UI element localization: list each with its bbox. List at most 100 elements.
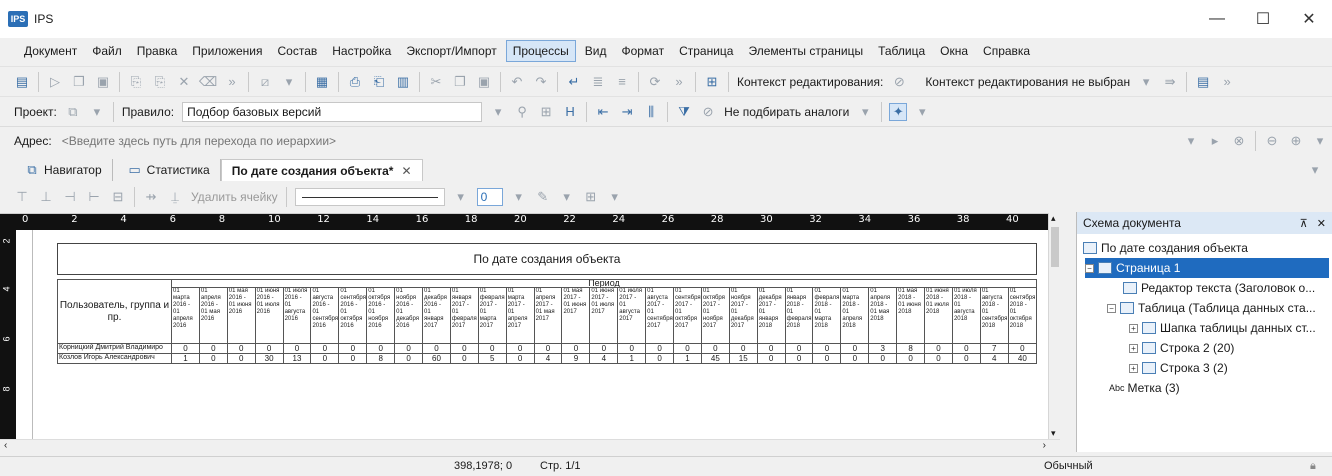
analog-icon[interactable]: ⊘ [699, 103, 717, 121]
pen-color-icon[interactable]: ✎ [534, 188, 552, 206]
tree-item-page[interactable]: − Страница 1 [1085, 258, 1329, 278]
tree-item-table[interactable]: − Таблица (Таблица данных ста... [1107, 298, 1316, 318]
scroll-left-icon[interactable]: ‹ [4, 440, 7, 451]
delete-icon[interactable]: ✕ [175, 73, 193, 91]
close-icon[interactable]: ✕ [1317, 218, 1326, 230]
value-cell[interactable]: 0 [198, 353, 228, 364]
value-cell[interactable]: 0 [1007, 343, 1038, 354]
menu-item[interactable]: Файл [86, 41, 128, 61]
value-cell[interactable]: 8 [366, 353, 396, 364]
value-cell[interactable]: 1 [171, 353, 200, 364]
columns-icon[interactable]: ⫼ [642, 103, 660, 121]
value-cell[interactable]: 0 [533, 343, 563, 354]
expand-icon[interactable]: + [1129, 343, 1138, 353]
value-cell[interactable]: 0 [756, 353, 786, 364]
report-title[interactable]: По дате создания объекта [57, 243, 1037, 275]
collapse-icon[interactable]: − [1107, 303, 1116, 313]
value-cell[interactable]: 0 [226, 353, 256, 364]
palette-icon[interactable]: ✦ [889, 102, 908, 121]
value-cell[interactable]: 0 [338, 353, 368, 364]
print-icon[interactable]: ⎙ [346, 73, 364, 91]
value-cell[interactable]: 13 [282, 353, 312, 364]
forward-icon[interactable]: ▷ [46, 73, 64, 91]
list-icon[interactable]: ≣ [589, 73, 607, 91]
clear-icon[interactable]: ⌫ [199, 73, 217, 91]
value-cell[interactable]: 60 [422, 353, 451, 364]
apply-icon[interactable]: ⇛ [1161, 73, 1179, 91]
period-column-header[interactable]: 01 мая 2017 - 01 июня 2017 [561, 287, 591, 344]
close-button[interactable]: ✕ [1286, 0, 1332, 38]
period-column-header[interactable]: 01 марта 2016 - 01 апреля 2016 [171, 287, 200, 344]
tab-menu-icon[interactable]: ▾ [1306, 161, 1324, 179]
value-cell[interactable]: 40 [1007, 353, 1038, 364]
overflow-icon[interactable]: » [223, 73, 241, 91]
value-cell[interactable]: 5 [477, 353, 507, 364]
menu-item[interactable]: Окна [934, 41, 974, 61]
expand-icon[interactable]: + [1129, 323, 1138, 333]
period-column-header[interactable]: 01 декабря 2016 - 01 января 2017 [422, 287, 451, 344]
line-style-select[interactable] [294, 188, 445, 206]
panel-icon[interactable]: ⊞ [703, 73, 721, 91]
period-column-header[interactable]: 01 сентября 2018 - 01 октября 2018 [1007, 287, 1038, 344]
menu-item[interactable]: Процессы [505, 40, 576, 62]
menu-item[interactable]: Таблица [872, 41, 931, 61]
scroll-right-icon[interactable]: › [1043, 440, 1046, 451]
value-cell[interactable]: 4 [979, 353, 1009, 364]
insert-col-icon[interactable]: ⊣ [61, 188, 79, 206]
value-cell[interactable]: 0 [171, 343, 200, 354]
funnel-icon[interactable]: ⧩ [675, 103, 693, 121]
period-column-header[interactable]: 01 марта 2017 - 01 апреля 2017 [505, 287, 535, 344]
close-icon[interactable]: ✕ [401, 164, 411, 178]
value-cell[interactable]: 0 [700, 343, 730, 354]
value-cell[interactable]: 0 [924, 343, 953, 354]
address-input[interactable] [55, 130, 1179, 151]
user-header[interactable]: Пользователь, группа и пр. [57, 279, 172, 344]
cut-icon[interactable]: ✂ [427, 73, 445, 91]
value-cell[interactable]: 0 [951, 343, 981, 354]
period-column-header[interactable]: 01 июля 2018 - 01 августа 2018 [951, 287, 981, 344]
pin-icon[interactable]: ⊼ [1300, 218, 1308, 230]
value-cell[interactable]: 0 [394, 343, 424, 354]
value-cell[interactable]: 0 [896, 353, 926, 364]
menu-item[interactable]: Вид [579, 41, 613, 61]
tree-item-text-editor[interactable]: Редактор текста (Заголовок о... [1123, 278, 1315, 298]
line-width-input[interactable]: 0 [476, 188, 503, 206]
value-cell[interactable]: 1 [673, 353, 702, 364]
period-column-header[interactable]: 01 января 2017 - 01 февраля 2017 [449, 287, 479, 344]
collapse-icon[interactable]: − [1085, 263, 1094, 273]
tree-item-row-3[interactable]: + Строка 3 (2) [1129, 358, 1228, 378]
value-cell[interactable]: 4 [589, 353, 619, 364]
value-cell[interactable]: 0 [645, 343, 675, 354]
borders-icon[interactable]: ⊞ [582, 188, 600, 206]
value-cell[interactable]: 0 [728, 343, 758, 354]
period-column-header[interactable]: 01 сентября 2017 - 01 октября 2017 [673, 287, 702, 344]
menu-item[interactable]: Страница [673, 41, 739, 61]
back-icon[interactable]: ⊖ [1263, 132, 1281, 150]
menu-item[interactable]: Правка [131, 41, 184, 61]
value-cell[interactable]: 7 [979, 343, 1009, 354]
period-column-header[interactable]: 01 апреля 2016 - 01 мая 2016 [198, 287, 228, 344]
chevron-down-icon[interactable]: ▾ [1311, 132, 1329, 150]
context-value[interactable]: Контекст редактирования не выбран [925, 75, 1130, 89]
value-cell[interactable]: 0 [784, 353, 814, 364]
period-column-header[interactable]: 01 июня 2017 - 01 июля 2017 [589, 287, 619, 344]
value-cell[interactable]: 0 [282, 343, 312, 354]
menu-item[interactable]: Приложения [186, 41, 268, 61]
chevron-down-icon[interactable]: ▾ [452, 188, 470, 206]
value-cell[interactable]: 0 [812, 343, 842, 354]
value-cell[interactable]: 30 [254, 353, 284, 364]
value-cell[interactable]: 0 [812, 353, 842, 364]
vertical-scrollbar[interactable]: ▴ ▾ [1048, 213, 1060, 439]
period-column-header[interactable]: 01 июля 2017 - 01 августа 2017 [617, 287, 647, 344]
menu-item[interactable]: Состав [272, 41, 324, 61]
value-cell[interactable]: 0 [338, 343, 368, 354]
context-icon[interactable]: ⊘ [890, 73, 908, 91]
period-column-header[interactable]: 01 августа 2017 - 01 сентября 2017 [645, 287, 675, 344]
insert-col2-icon[interactable]: ⊢ [85, 188, 103, 206]
insert-row-icon[interactable]: ⊤ [13, 188, 31, 206]
copy2-icon[interactable]: ❐ [451, 73, 469, 91]
period-column-header[interactable]: 01 мая 2016 - 01 июня 2016 [226, 287, 256, 344]
value-cell[interactable]: 0 [366, 343, 396, 354]
value-cell[interactable]: 0 [951, 353, 981, 364]
value-cell[interactable]: 0 [422, 343, 451, 354]
